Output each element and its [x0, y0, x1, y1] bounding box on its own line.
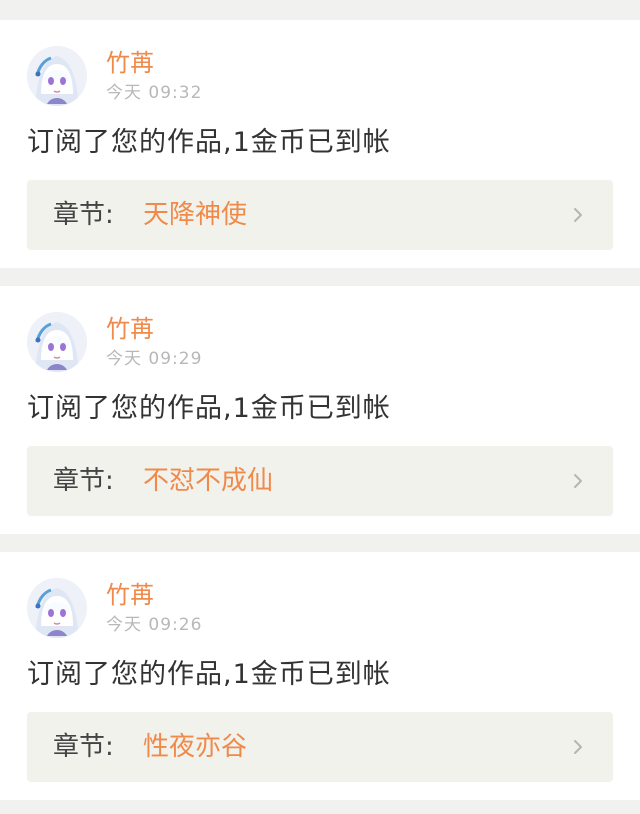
notification-message: 订阅了您的作品,1金币已到帐: [27, 659, 391, 690]
user-name[interactable]: 竹苒: [106, 314, 154, 344]
chapter-link[interactable]: 章节: 天降神使: [27, 180, 613, 250]
chapter-title: 天降神使: [143, 200, 248, 230]
chapter-label: 章节:: [53, 466, 114, 496]
chapter-link[interactable]: 章节: 不怼不成仙: [27, 446, 613, 516]
avatar-illustration: [27, 312, 87, 372]
notification-feed: 竹苒 今天 09:32 订阅了您的作品,1金币已到帐 章节: 天降神使 竹苒 今…: [0, 0, 640, 814]
notification-message: 订阅了您的作品,1金币已到帐: [27, 393, 391, 424]
chapter-label: 章节:: [53, 732, 114, 762]
timestamp: 今天 09:29: [106, 349, 203, 369]
notification-card: 竹苒 今天 09:32 订阅了您的作品,1金币已到帐 章节: 天降神使: [0, 20, 640, 268]
notification-message: 订阅了您的作品,1金币已到帐: [27, 127, 391, 158]
avatar[interactable]: [27, 578, 87, 638]
chapter-title: 性夜亦谷: [143, 732, 248, 762]
user-name[interactable]: 竹苒: [106, 48, 154, 78]
avatar[interactable]: [27, 46, 87, 106]
avatar-illustration: [27, 578, 87, 638]
chevron-right-icon: [569, 472, 587, 490]
timestamp: 今天 09:32: [106, 83, 203, 103]
chapter-link[interactable]: 章节: 性夜亦谷: [27, 712, 613, 782]
chapter-label: 章节:: [53, 200, 114, 230]
avatar[interactable]: [27, 312, 87, 372]
notification-card: 竹苒 今天 09:26 订阅了您的作品,1金币已到帐 章节: 性夜亦谷: [0, 552, 640, 800]
avatar-illustration: [27, 46, 87, 106]
user-name[interactable]: 竹苒: [106, 580, 154, 610]
chapter-title: 不怼不成仙: [143, 466, 274, 496]
notification-card: 竹苒 今天 09:29 订阅了您的作品,1金币已到帐 章节: 不怼不成仙: [0, 286, 640, 534]
chevron-right-icon: [569, 738, 587, 756]
timestamp: 今天 09:26: [106, 615, 203, 635]
chevron-right-icon: [569, 206, 587, 224]
